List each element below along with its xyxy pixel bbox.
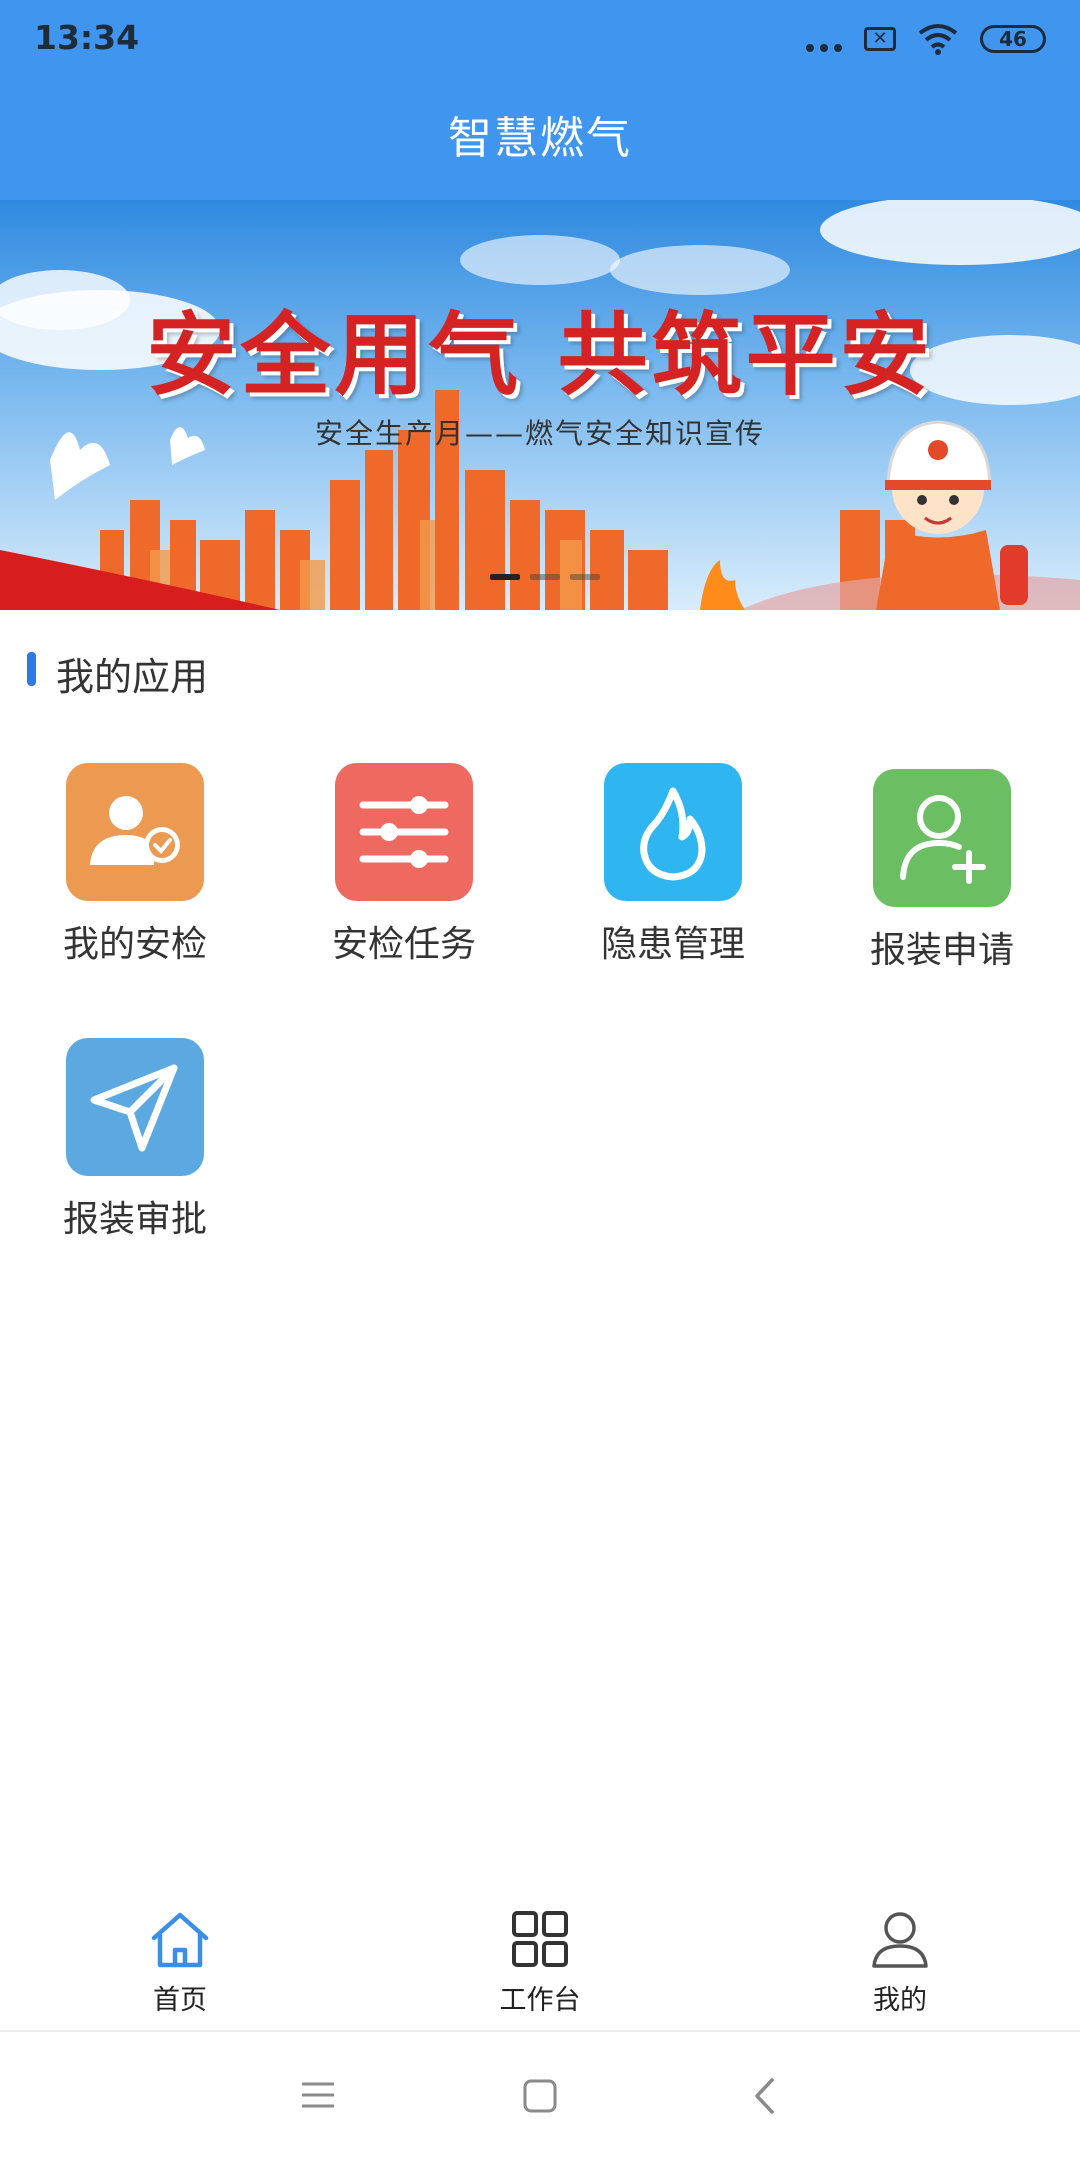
- user-check-icon: [66, 763, 204, 901]
- flame-icon: [604, 763, 742, 901]
- app-label: 我的安检: [62, 924, 207, 965]
- home-icon: [151, 1912, 209, 1968]
- app-label: 报装申请: [869, 930, 1014, 971]
- carousel-dot-3[interactable]: [570, 574, 600, 580]
- nav-home[interactable]: 首页: [80, 1910, 280, 2017]
- person-icon: [872, 1912, 928, 1968]
- nav-label: 首页: [153, 1985, 207, 2016]
- home-square-icon[interactable]: [522, 2078, 558, 2114]
- app-hazard-management[interactable]: 隐患管理: [573, 763, 773, 967]
- no-sim-icon: ✕: [864, 27, 896, 51]
- menu-icon[interactable]: [300, 2080, 336, 2110]
- nav-label: 我的: [873, 1985, 927, 2016]
- section-accent-bar: [27, 652, 36, 686]
- app-installation-request[interactable]: 报装申请: [842, 769, 1042, 973]
- app-label: 隐患管理: [600, 924, 745, 965]
- system-navigation: [0, 2032, 1080, 2160]
- app-label: 报装审批: [62, 1199, 207, 1240]
- page-title: 智慧燃气: [448, 113, 632, 164]
- app-my-inspection[interactable]: 我的安检: [35, 763, 235, 967]
- banner-carousel[interactable]: 安全用气 共筑平安 安全生产月——燃气安全知识宣传: [0, 200, 1080, 610]
- bottom-navigation: 首页 工作台 我的: [0, 1880, 1080, 2032]
- section-title: 我的应用: [56, 655, 209, 699]
- nav-mine[interactable]: 我的: [800, 1910, 1000, 2017]
- app-header: 13:34 ✕ 46 智慧燃气: [0, 0, 1080, 200]
- nav-label: 工作台: [499, 1985, 581, 2016]
- carousel-indicators: [490, 574, 600, 580]
- banner-title: 安全用气 共筑平安: [146, 303, 934, 408]
- sliders-icon: [335, 763, 473, 901]
- app-label: 安检任务: [331, 924, 476, 965]
- status-time: 13:34: [34, 18, 140, 57]
- carousel-dot-1[interactable]: [490, 574, 520, 580]
- battery-indicator: 46: [980, 25, 1046, 53]
- app-installation-approval[interactable]: 报装审批: [35, 1038, 235, 1242]
- back-icon[interactable]: [752, 2076, 776, 2116]
- carousel-dot-2[interactable]: [530, 574, 560, 580]
- wifi-icon: [918, 24, 958, 55]
- send-icon: [66, 1038, 204, 1176]
- grid-icon: [512, 1911, 568, 1967]
- app-inspection-tasks[interactable]: 安检任务: [304, 763, 504, 967]
- nav-workbench[interactable]: 工作台: [440, 1910, 640, 2017]
- more-dots-icon: [806, 26, 842, 52]
- banner-subtitle: 安全生产月——燃气安全知识宣传: [314, 417, 765, 450]
- user-add-icon: [873, 769, 1011, 907]
- status-icons: ✕ 46: [806, 22, 1046, 56]
